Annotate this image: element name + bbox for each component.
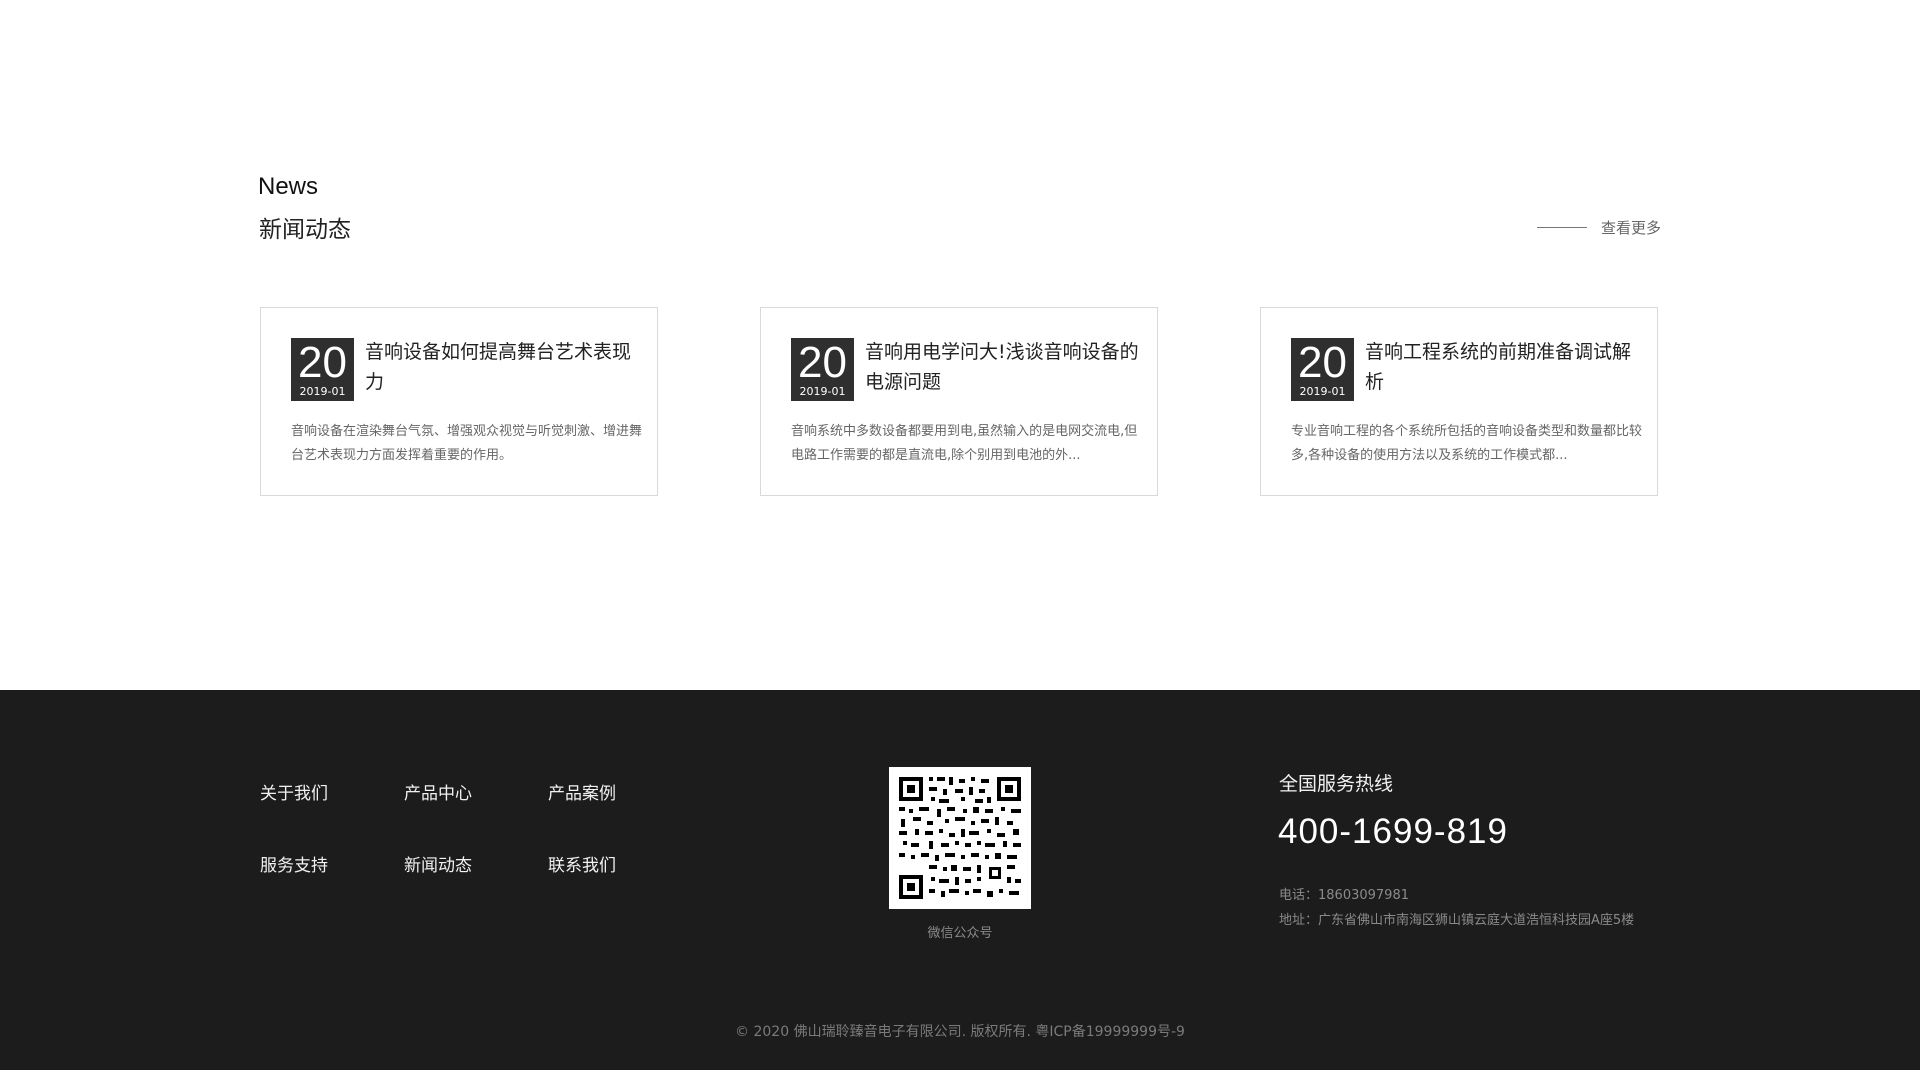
- footer-nav-news[interactable]: 新闻动态: [404, 851, 472, 876]
- footer-nav-products[interactable]: 产品中心: [404, 779, 472, 804]
- news-summary: 专业音响工程的各个系统所包括的音响设备类型和数量都比较多,各种设备的使用方法以及…: [1291, 424, 1643, 463]
- date-badge: 20 2019-01: [1291, 338, 1354, 401]
- news-card-3[interactable]: 20 2019-01 音响工程系统的前期准备调试解析 专业音响工程的各个系统所包…: [1260, 307, 1658, 496]
- news-title[interactable]: 音响设备如何提高舞台艺术表现力: [365, 337, 641, 397]
- news-title[interactable]: 音响工程系统的前期准备调试解析: [1365, 337, 1641, 397]
- date-badge: 20 2019-01: [791, 338, 854, 401]
- hotline-number: 400-1699-819: [1278, 812, 1508, 851]
- hotline-label: 全国服务热线: [1279, 773, 1394, 795]
- view-more-label: 查看更多: [1600, 219, 1661, 237]
- date-badge: 20 2019-01: [291, 338, 354, 401]
- footer-nav-cases[interactable]: 产品案例: [548, 779, 616, 804]
- date-day: 20: [1298, 338, 1347, 387]
- news-card-2[interactable]: 20 2019-01 音响用电学问大!浅谈音响设备的电源问题 音响系统中多数设备…: [760, 307, 1158, 496]
- wechat-qr-code-icon: [889, 767, 1031, 909]
- news-heading-cn: 新闻动态: [259, 217, 351, 243]
- footer-nav-about[interactable]: 关于我们: [260, 779, 328, 804]
- date-day: 20: [298, 338, 347, 387]
- date-year-month: 2019-01: [299, 385, 346, 398]
- news-summary: 音响系统中多数设备都要用到电,虽然输入的是电网交流电,但电路工作需要的都是直流电…: [791, 424, 1138, 463]
- news-heading-en: News: [258, 173, 319, 200]
- contact-phone: 电话：18603097981: [1279, 888, 1409, 903]
- date-year-month: 2019-01: [799, 385, 846, 398]
- date-year-month: 2019-01: [1299, 385, 1346, 398]
- view-more-divider: [1536, 227, 1587, 228]
- news-section: News 新闻动态 查看更多 20 2019-01 音响设备如何提高舞台艺术表现…: [0, 0, 1920, 690]
- view-more-link[interactable]: 查看更多: [1536, 217, 1661, 238]
- qr-graphic: [889, 767, 1031, 909]
- qr-label: 微信公众号: [927, 926, 993, 941]
- footer-nav-contact[interactable]: 联系我们: [548, 851, 616, 876]
- news-title[interactable]: 音响用电学问大!浅谈音响设备的电源问题: [865, 337, 1141, 397]
- site-footer: 关于我们 产品中心 产品案例 服务支持 新闻动态 联系我们 微信公众号 全国服务…: [0, 690, 1920, 1070]
- footer-nav-support[interactable]: 服务支持: [260, 851, 328, 876]
- copyright-text: © 2020 佛山瑞聆臻音电子有限公司. 版权所有. 粤ICP备19999999…: [735, 1024, 1185, 1040]
- news-summary: 音响设备在渲染舞台气氛、增强观众视觉与听觉刺激、增进舞台艺术表现力方面发挥着重要…: [291, 424, 643, 463]
- contact-address: 地址：广东省佛山市南海区狮山镇云庭大道浩恒科技园A座5楼: [1279, 913, 1635, 928]
- news-card-1[interactable]: 20 2019-01 音响设备如何提高舞台艺术表现力 音响设备在渲染舞台气氛、增…: [260, 307, 658, 496]
- date-day: 20: [798, 338, 847, 387]
